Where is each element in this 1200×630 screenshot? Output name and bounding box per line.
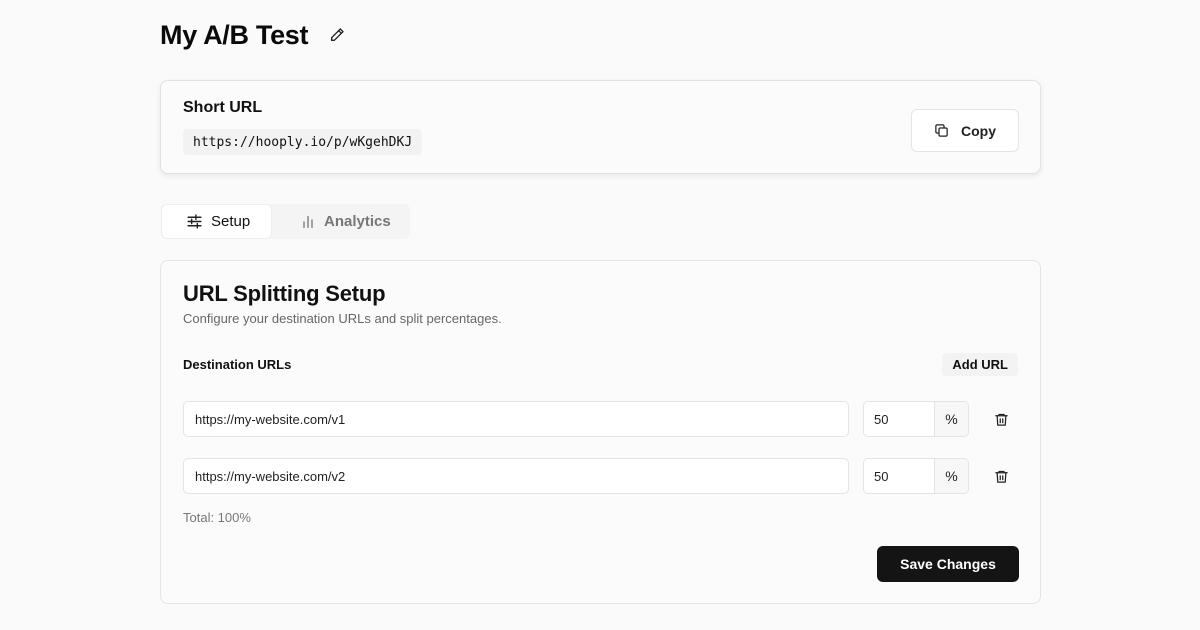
trash-icon [994, 413, 1008, 426]
tab-setup[interactable]: Setup [161, 204, 272, 239]
percent-input[interactable] [864, 402, 934, 436]
edit-title-button[interactable] [326, 24, 348, 46]
percent-suffix: % [934, 402, 968, 436]
tab-analytics-label: Analytics [324, 213, 391, 230]
short-url-value: https://hooply.io/p/wKgehDKJ [183, 129, 423, 155]
bar-chart-icon [303, 215, 313, 228]
trash-icon [994, 470, 1008, 483]
pencil-icon [331, 28, 344, 41]
destination-url-input[interactable] [183, 458, 849, 494]
short-url-card: Short URL https://hooply.io/p/wKgehDKJ C… [160, 80, 1041, 174]
delete-url-button[interactable] [991, 409, 1011, 429]
percent-input[interactable] [864, 459, 934, 493]
copy-button-label: Copy [961, 122, 996, 139]
delete-url-button[interactable] [991, 466, 1011, 486]
percent-group: % [863, 458, 969, 494]
page: My A/B Test Short URL https://hooply.io/… [0, 0, 1200, 630]
total-percentage: Total: 100% [183, 510, 251, 525]
percent-group: % [863, 401, 969, 437]
destination-urls-label: Destination URLs [183, 357, 292, 372]
percent-suffix: % [934, 459, 968, 493]
tab-analytics[interactable]: Analytics [272, 204, 410, 239]
destination-url-input[interactable] [183, 401, 849, 437]
url-row: % [183, 458, 1020, 494]
title-row: My A/B Test [160, 18, 348, 52]
short-url-label: Short URL [183, 99, 263, 116]
save-changes-button[interactable]: Save Changes [877, 546, 1019, 582]
copy-icon [935, 124, 948, 137]
sliders-icon [187, 214, 202, 229]
add-url-button[interactable]: Add URL [942, 353, 1018, 376]
setup-subtitle: Configure your destination URLs and spli… [183, 311, 502, 326]
page-title: My A/B Test [160, 19, 309, 50]
copy-button[interactable]: Copy [911, 109, 1019, 152]
url-splitting-card: URL Splitting Setup Configure your desti… [160, 260, 1041, 604]
url-row: % [183, 401, 1020, 437]
tab-setup-label: Setup [211, 213, 251, 230]
setup-title: URL Splitting Setup [183, 281, 386, 306]
tab-list: Setup Analytics [161, 204, 410, 239]
